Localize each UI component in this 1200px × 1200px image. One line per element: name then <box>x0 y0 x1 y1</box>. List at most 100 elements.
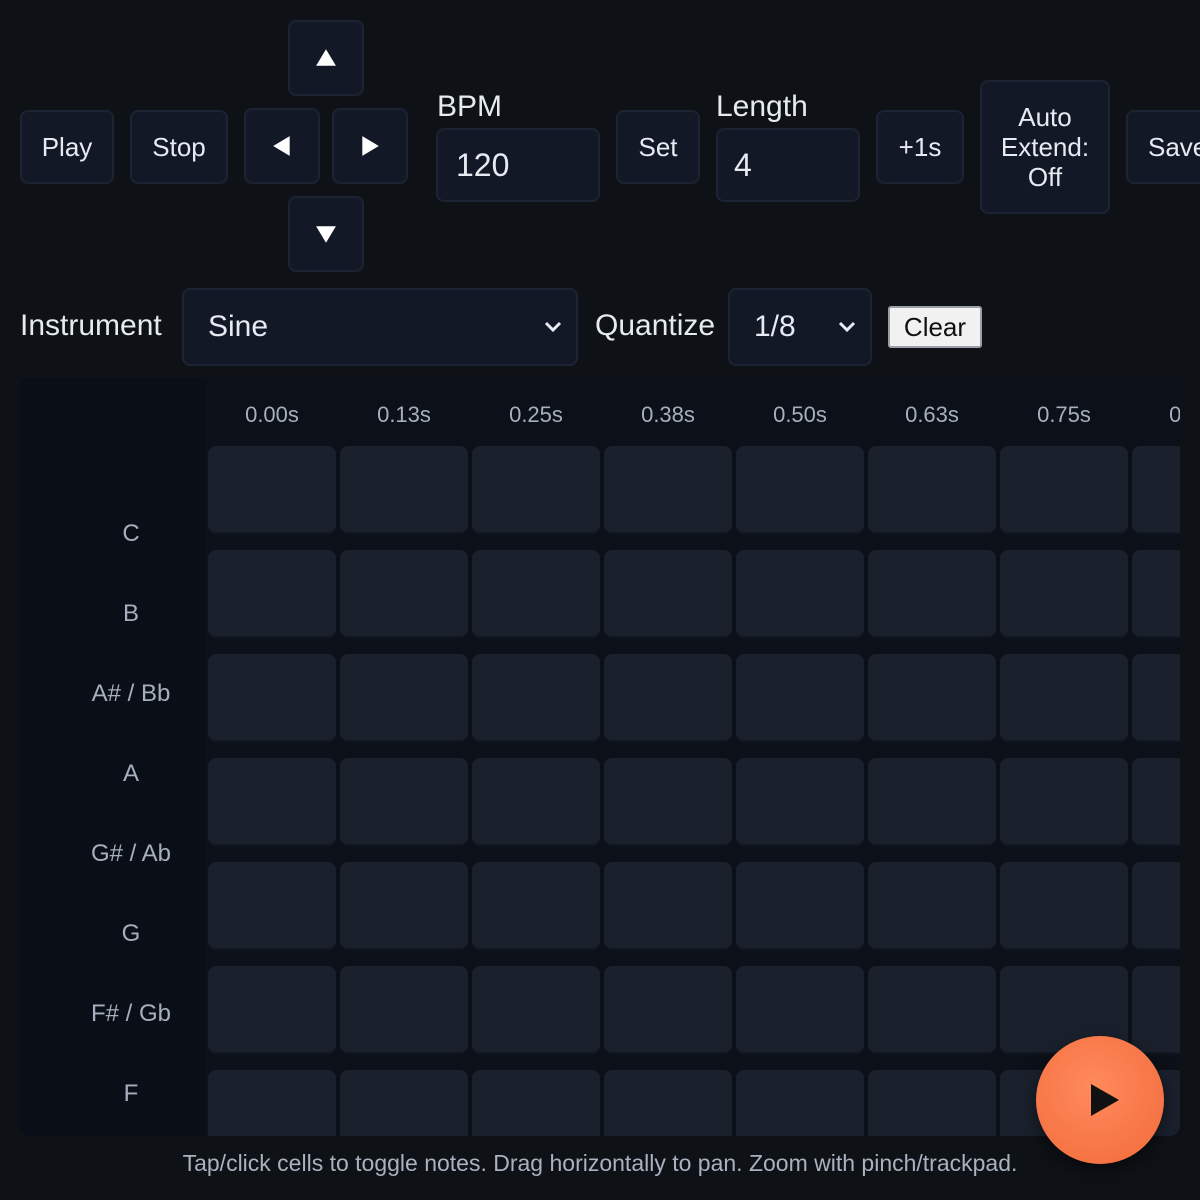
chevron-down-icon <box>838 321 856 333</box>
note-cell[interactable] <box>736 550 864 636</box>
note-cell[interactable] <box>736 758 864 844</box>
play-button-label: Play <box>41 132 93 162</box>
note-cell[interactable] <box>208 446 336 532</box>
note-cell[interactable] <box>868 446 996 532</box>
note-cell[interactable] <box>604 966 732 1052</box>
stop-button[interactable]: Stop <box>130 110 228 184</box>
bpm-label: BPM <box>437 90 503 123</box>
note-cell[interactable] <box>472 1070 600 1136</box>
note-cell[interactable] <box>340 758 468 844</box>
instrument-selected: Sine <box>208 310 269 343</box>
note-cell[interactable] <box>472 446 600 532</box>
note-cell[interactable] <box>604 654 732 740</box>
note-cell[interactable] <box>736 966 864 1052</box>
bpm-input[interactable]: 120 <box>436 128 600 202</box>
arrow-left-icon <box>273 136 290 156</box>
clear-button[interactable]: Clear <box>888 306 982 348</box>
move-right-button[interactable] <box>332 108 408 184</box>
note-cell[interactable] <box>604 550 732 636</box>
move-down-button[interactable] <box>288 196 364 272</box>
time-label: 0.63s <box>905 402 959 427</box>
note-cell[interactable] <box>1132 446 1180 532</box>
note-cell[interactable] <box>1000 550 1128 636</box>
set-button-label: Set <box>638 132 678 162</box>
note-cell[interactable] <box>208 862 336 948</box>
note-cell[interactable] <box>1000 446 1128 532</box>
note-cell[interactable] <box>1132 758 1180 844</box>
note-cell[interactable] <box>868 1070 996 1136</box>
quantize-selected: 1/8 <box>754 310 796 343</box>
note-cell[interactable] <box>736 862 864 948</box>
save-button[interactable]: Save <box>1126 110 1200 184</box>
note-cell[interactable] <box>340 966 468 1052</box>
note-cell[interactable] <box>868 966 996 1052</box>
piano-roll-grid[interactable]: 0.00s 0.13s 0.25s 0.38s 0.50s 0.63s 0.75s 0.88s… <box>20 378 1180 1136</box>
note-cell[interactable] <box>340 862 468 948</box>
time-label: 0.88s <box>1169 402 1180 427</box>
auto-extend-label: Auto Extend: Off <box>1000 102 1090 192</box>
arrow-up-icon <box>316 49 336 66</box>
note-cell[interactable] <box>208 550 336 636</box>
time-label: 0.13s <box>377 402 431 427</box>
note-cell[interactable] <box>340 550 468 636</box>
add-second-label: +1s <box>898 132 942 162</box>
note-cell[interactable] <box>868 550 996 636</box>
add-second-button[interactable]: +1s <box>876 110 964 184</box>
note-cell[interactable] <box>340 1070 468 1136</box>
note-cell[interactable] <box>340 446 468 532</box>
length-value: 4 <box>734 146 752 183</box>
note-cell[interactable] <box>340 654 468 740</box>
note-cell[interactable] <box>1000 862 1128 948</box>
note-cell[interactable] <box>1132 862 1180 948</box>
time-label: 0.00s <box>245 402 299 427</box>
note-cell[interactable] <box>1000 654 1128 740</box>
time-label: 0.50s <box>773 402 827 427</box>
note-cell[interactable] <box>472 550 600 636</box>
time-label: 0.25s <box>509 402 563 427</box>
note-cell[interactable] <box>604 1070 732 1136</box>
arrow-down-icon <box>316 226 336 243</box>
note-cell[interactable] <box>1132 654 1180 740</box>
note-cell[interactable] <box>604 758 732 844</box>
auto-extend-toggle[interactable]: Auto Extend: Off <box>980 80 1110 214</box>
note-cell[interactable] <box>868 654 996 740</box>
note-cell[interactable] <box>868 862 996 948</box>
move-up-button[interactable] <box>288 20 364 96</box>
instrument-label: Instrument <box>20 309 162 342</box>
note-cell[interactable] <box>1132 550 1180 636</box>
length-input[interactable]: 4 <box>716 128 860 202</box>
move-left-button[interactable] <box>244 108 320 184</box>
instrument-select[interactable]: Sine <box>182 288 578 366</box>
note-cell[interactable] <box>604 446 732 532</box>
note-label: G# / Ab <box>90 840 172 867</box>
note-cell[interactable] <box>736 446 864 532</box>
time-label: 0.75s <box>1037 402 1091 427</box>
clear-button-label: Clear <box>903 311 967 342</box>
note-cell[interactable] <box>208 758 336 844</box>
note-cell[interactable] <box>208 966 336 1052</box>
note-cell[interactable] <box>472 654 600 740</box>
note-cell[interactable] <box>208 1070 336 1136</box>
note-cell[interactable] <box>868 758 996 844</box>
quantize-select[interactable]: 1/8 <box>728 288 872 366</box>
set-bpm-button[interactable]: Set <box>616 110 700 184</box>
stop-button-label: Stop <box>152 132 206 162</box>
note-cell[interactable] <box>604 862 732 948</box>
chevron-down-icon <box>544 321 562 333</box>
note-cell[interactable] <box>472 966 600 1052</box>
bpm-value: 120 <box>456 146 510 183</box>
play-fab-button[interactable] <box>1036 1036 1164 1164</box>
note-cell[interactable] <box>472 862 600 948</box>
play-button[interactable]: Play <box>20 110 114 184</box>
note-cell[interactable] <box>208 654 336 740</box>
note-cell[interactable] <box>1000 758 1128 844</box>
quantize-label: Quantize <box>595 309 716 342</box>
note-cell[interactable] <box>736 654 864 740</box>
note-cell[interactable] <box>736 1070 864 1136</box>
arrow-right-icon <box>362 136 379 156</box>
save-button-label: Save <box>1148 132 1200 162</box>
note-cell[interactable] <box>1132 966 1180 1052</box>
note-cell[interactable] <box>472 758 600 844</box>
length-label: Length <box>716 90 808 123</box>
time-label: 0.38s <box>641 402 695 427</box>
